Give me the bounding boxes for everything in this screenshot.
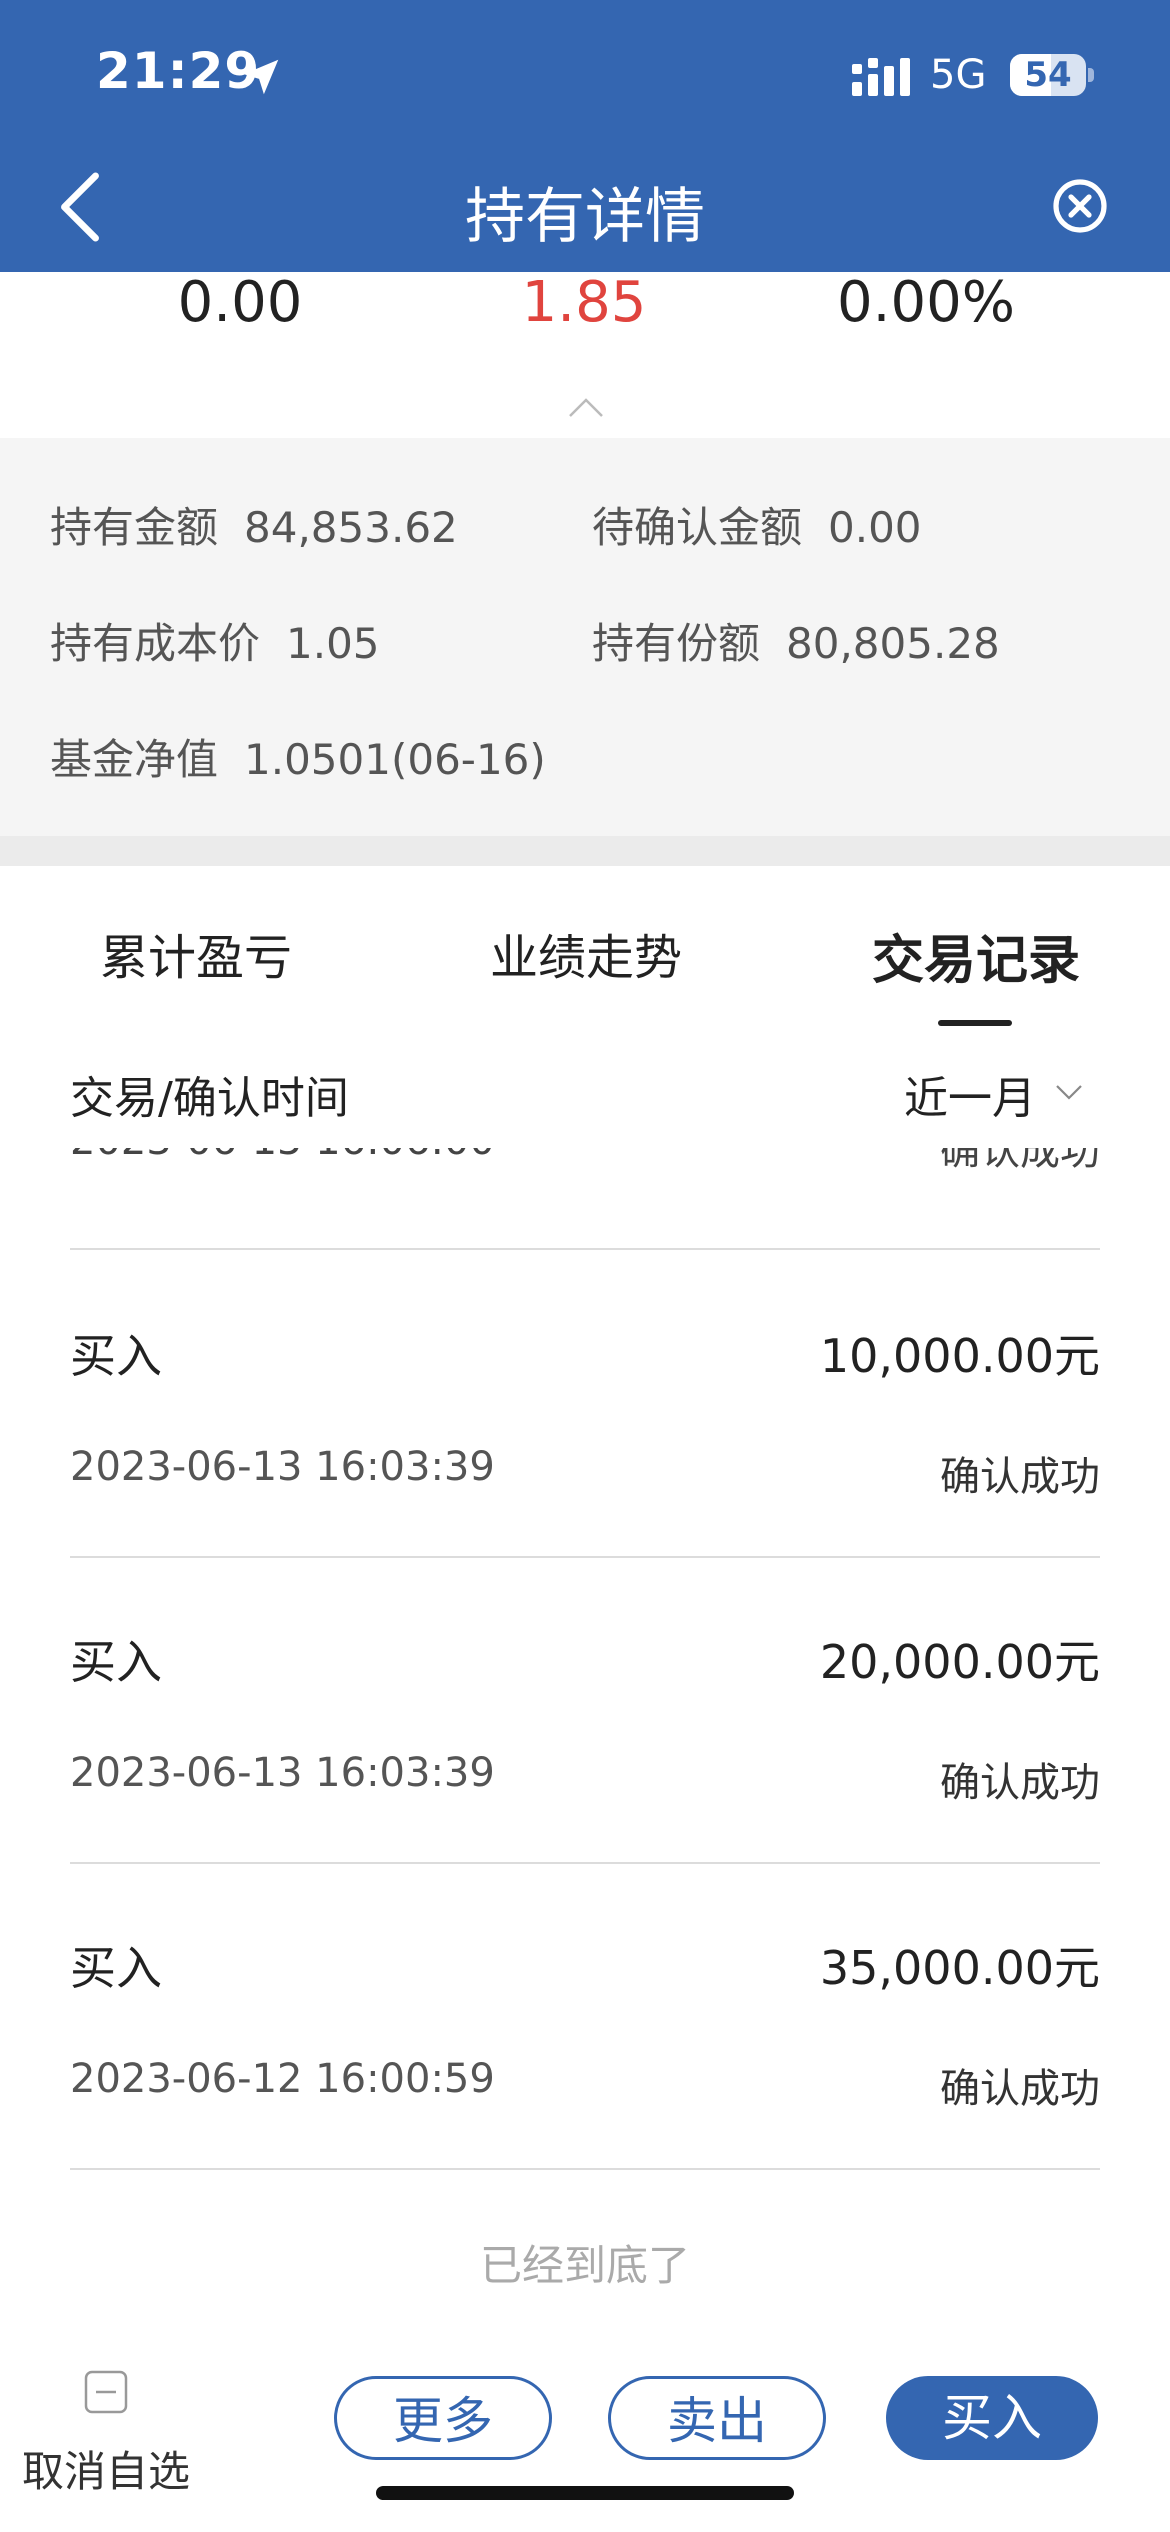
record-type: 买入 [70,1635,162,1689]
tab-transactions[interactable]: 交易记录 [872,918,1080,993]
holding-amount-label: 持有金额 [50,503,219,552]
divider [70,1556,1100,1558]
tab-performance[interactable]: 业绩走势 [490,918,682,988]
summary-value-3: 0.00% [837,270,1015,335]
record-status: 确认成功 [940,1760,1100,1806]
summary-value-2: 1.85 [521,270,647,335]
pending-amount-value: 0.00 [828,503,922,552]
unfavorite-button[interactable]: 取消自选 [22,2438,190,2499]
divider [70,1862,1100,1864]
battery-level: 54 [1024,55,1072,95]
status-time: 21:29 [96,42,261,100]
active-tab-indicator [938,1020,1012,1026]
location-arrow-icon [243,59,279,95]
fund-nav-label: 基金净值 [50,735,219,784]
list-header-time: 交易/确认时间 [70,1073,349,1124]
battery-tip [1088,68,1094,82]
holding-shares: 持有份额 80,805.28 [592,610,1000,671]
record-amount: 35,000.00元 [819,1941,1100,1995]
pending-amount: 待确认金额 0.00 [592,494,922,555]
record-amount: 10,000.00元 [819,1329,1100,1383]
clipped-time: 2023-06-15 16:06:00 [70,1148,495,1164]
holding-cost-value: 1.05 [286,619,380,668]
battery-icon: 54 [1010,54,1086,96]
record-type: 买入 [70,1941,162,1995]
record-amount: 20,000.00元 [819,1635,1100,1689]
record-time: 2023-06-13 16:03:39 [70,1444,495,1490]
unfavorite-icon[interactable] [84,2370,128,2414]
list-item-clipped: 2023-06-15 16:06:00 确认成功 [70,1148,1100,1184]
divider [70,2168,1100,2170]
end-of-list-text: 已经到底了 [479,2241,690,2290]
tab-cumulative-pnl[interactable]: 累计盈亏 [100,918,292,988]
holding-amount: 持有金额 84,853.62 [50,494,458,555]
period-filter[interactable]: 近一月 [904,1062,1036,1126]
network-type: 5G [930,52,987,98]
page-title: 持有详情 [465,182,705,252]
record-time: 2023-06-12 16:00:59 [70,2056,495,2102]
holding-shares-label: 持有份额 [592,619,761,668]
summary-value-1: 0.00 [177,270,303,335]
buy-button[interactable]: 买入 [886,2376,1098,2460]
chevron-up-icon[interactable] [568,396,604,420]
holding-shares-value: 80,805.28 [786,619,1000,668]
more-button[interactable]: 更多 [334,2376,552,2460]
chevron-down-icon[interactable] [1054,1082,1084,1102]
section-separator [0,836,1170,866]
record-type: 买入 [70,1329,162,1383]
holding-cost-label: 持有成本价 [50,619,261,668]
record-status: 确认成功 [940,1454,1100,1500]
holding-amount-value: 84,853.62 [244,503,458,552]
close-circle-icon[interactable] [1052,178,1108,234]
holding-cost: 持有成本价 1.05 [50,610,380,671]
home-indicator [376,2486,794,2500]
record-time: 2023-06-13 16:03:39 [70,1750,495,1796]
divider [70,1248,1100,1250]
clipped-status: 确认成功 [940,1148,1100,1174]
record-status: 确认成功 [940,2066,1100,2112]
fund-nav-value: 1.0501(06-16) [244,735,546,784]
fund-nav: 基金净值 1.0501(06-16) [50,726,546,787]
pending-amount-label: 待确认金额 [592,503,803,552]
signal-icon [852,58,910,96]
sell-button[interactable]: 卖出 [608,2376,826,2460]
